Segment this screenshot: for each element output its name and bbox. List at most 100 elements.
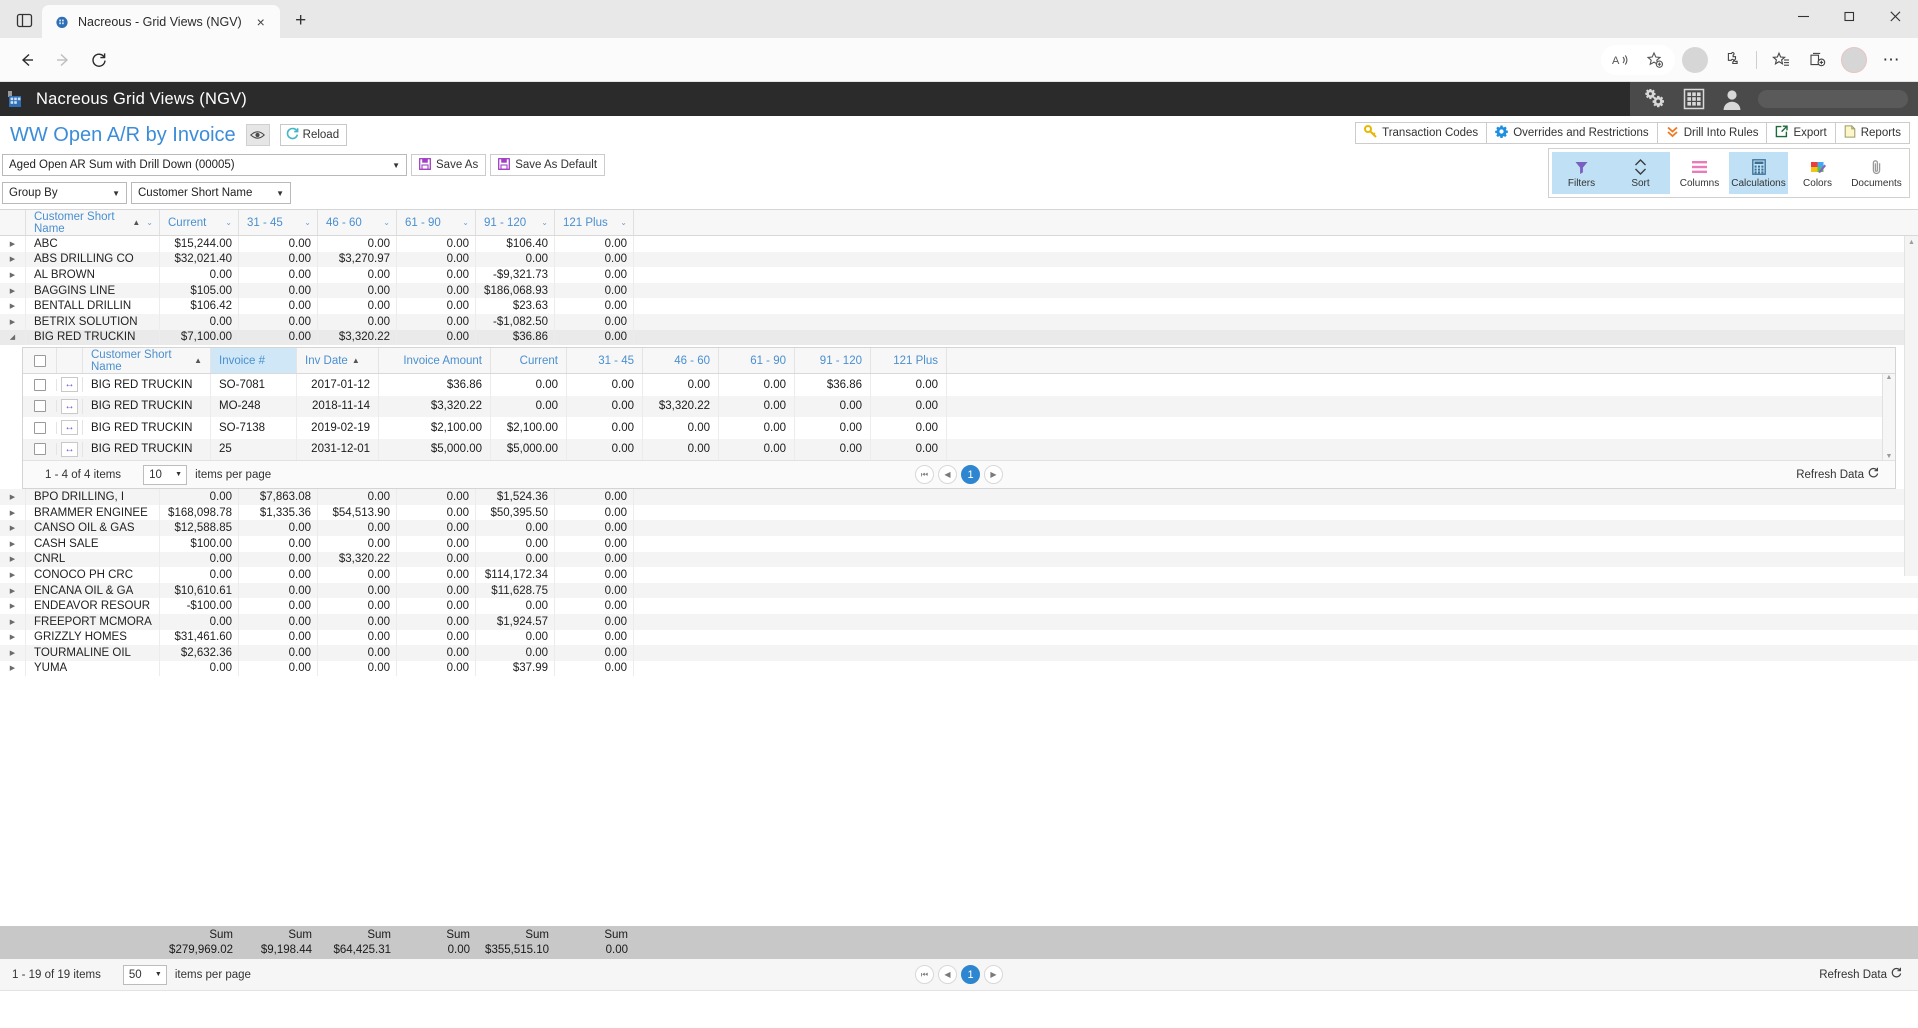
view-select[interactable]: Aged Open AR Sum with Drill Down (00005)… (2, 154, 407, 176)
grid-col-header-61-90[interactable]: 61 - 90 ⌄ (397, 210, 476, 235)
browser-tab[interactable]: Nacreous - Grid Views (NGV) × (42, 5, 280, 38)
detail-select-all-checkbox[interactable] (23, 348, 57, 373)
table-row[interactable]: ▶BRAMMER ENGINEE$168,098.78$1,335.36$54,… (0, 505, 1918, 521)
row-expand-icon[interactable]: ▶ (0, 661, 26, 677)
tool-calculations[interactable]: Calculations (1729, 152, 1788, 194)
read-aloud-icon[interactable]: A (1604, 44, 1638, 76)
left-right-arrows-icon[interactable]: ↔ (61, 377, 78, 392)
detail-first-page-button[interactable]: ⏮ (915, 465, 934, 484)
detail-col-header-invoice-amount[interactable]: Invoice Amount (379, 348, 491, 373)
row-expand-icon[interactable]: ▶ (0, 314, 26, 330)
settings-gears-icon[interactable] (1644, 87, 1668, 111)
group-by-select[interactable]: Group By ▼ (2, 182, 127, 204)
table-row[interactable]: ▶BENTALL DRILLIN$106.420.000.000.00$23.6… (0, 298, 1918, 314)
grid-col-header-31-45[interactable]: 31 - 45 ⌄ (239, 210, 318, 235)
reload-icon[interactable] (82, 44, 116, 76)
row-collapse-icon[interactable]: ◢ (0, 330, 26, 346)
scroll-up-arrow-icon[interactable]: ▲ (1886, 374, 1893, 381)
group-by-field-select[interactable]: Customer Short Name ▼ (131, 182, 291, 204)
row-expand-icon[interactable]: ▶ (0, 283, 26, 299)
table-row[interactable]: ▶TOURMALINE OIL$2,632.360.000.000.000.00… (0, 645, 1918, 661)
detail-table-row[interactable]: ↔BIG RED TRUCKIN252031-12-01$5,000.00$5,… (23, 439, 1895, 461)
grid-col-header-91-120[interactable]: 91 - 120 ⌄ (476, 210, 555, 235)
row-select-checkbox[interactable] (23, 379, 57, 391)
forward-icon[interactable] (46, 44, 80, 76)
detail-next-page-button[interactable]: ▶ (984, 465, 1003, 484)
detail-refresh-data-button[interactable]: Refresh Data (1796, 467, 1879, 482)
left-right-arrows-icon[interactable]: ↔ (61, 420, 78, 435)
detail-table-row[interactable]: ↔BIG RED TRUCKINMO-2482018-11-14$3,320.2… (23, 396, 1895, 418)
grid-col-header-121-plus[interactable]: 121 Plus ⌄ (555, 210, 634, 235)
detail-prev-page-button[interactable]: ◀ (938, 465, 957, 484)
profile-avatar-1[interactable] (1682, 47, 1708, 73)
grid-col-header-current[interactable]: Current ⌄ (160, 210, 239, 235)
grid-refresh-data-button[interactable]: Refresh Data (1819, 967, 1902, 982)
close-icon[interactable]: × (250, 11, 272, 33)
extensions-icon[interactable] (1715, 44, 1749, 76)
row-drill-action-cell[interactable]: ↔ (57, 399, 83, 414)
table-row[interactable]: ▶ABC$15,244.000.000.000.00$106.400.00 (0, 236, 1918, 252)
row-expand-icon[interactable]: ▶ (0, 505, 26, 521)
table-row[interactable]: ▶BETRIX SOLUTION0.000.000.000.00-$1,082.… (0, 314, 1918, 330)
add-favorite-icon[interactable] (1638, 44, 1672, 76)
table-row[interactable]: ▶ABS DRILLING CO$32,021.400.00$3,270.970… (0, 252, 1918, 268)
detail-col-header-current[interactable]: Current (491, 348, 567, 373)
user-account-icon[interactable] (1720, 87, 1744, 111)
table-row[interactable]: ▶CASH SALE$100.000.000.000.000.000.00 (0, 536, 1918, 552)
new-tab-icon[interactable]: + (286, 6, 316, 36)
detail-col-header-inv-date[interactable]: Inv Date ▲ (297, 348, 379, 373)
tool-colors[interactable]: Colors (1788, 152, 1847, 194)
row-expand-icon[interactable]: ▶ (0, 614, 26, 630)
window-close-icon[interactable] (1872, 0, 1918, 33)
minimize-icon[interactable] (1780, 0, 1826, 33)
favorites-icon[interactable] (1764, 44, 1798, 76)
tool-documents[interactable]: Documents (1847, 152, 1906, 194)
grid-prev-page-button[interactable]: ◀ (938, 965, 957, 984)
scroll-down-arrow-icon[interactable]: ▼ (1886, 453, 1893, 460)
chevron-down-icon[interactable]: ⌄ (620, 218, 627, 227)
detail-table-row[interactable]: ↔BIG RED TRUCKINSO-70812017-01-12$36.860… (23, 374, 1895, 396)
row-expand-icon[interactable]: ▶ (0, 645, 26, 661)
detail-page-1-button[interactable]: 1 (961, 465, 980, 484)
profile-avatar-2[interactable] (1841, 47, 1867, 73)
detail-vertical-scrollbar[interactable]: ▲ ▼ (1882, 374, 1895, 460)
tool-columns[interactable]: Columns (1670, 152, 1729, 194)
table-row[interactable]: ▶YUMA0.000.000.000.00$37.990.00 (0, 661, 1918, 677)
maximize-icon[interactable] (1826, 0, 1872, 33)
grid-col-header-46-60[interactable]: 46 - 60 ⌄ (318, 210, 397, 235)
row-expand-icon[interactable]: ▶ (0, 520, 26, 536)
row-expand-icon[interactable]: ▶ (0, 252, 26, 268)
table-row[interactable]: ▶CONOCO PH CRC0.000.000.000.00$114,172.3… (0, 567, 1918, 583)
table-row[interactable]: ▶BPO DRILLING, I0.00$7,863.080.000.00$1,… (0, 489, 1918, 505)
detail-col-header-91-120[interactable]: 91 - 120 (795, 348, 871, 373)
row-expand-icon[interactable]: ▶ (0, 536, 26, 552)
table-row[interactable]: ▶GRIZZLY HOMES$31,461.600.000.000.000.00… (0, 630, 1918, 646)
export-button[interactable]: Export (1766, 122, 1834, 144)
chevron-down-icon[interactable]: ⌄ (383, 218, 390, 227)
row-expand-icon[interactable]: ▶ (0, 630, 26, 646)
chevron-down-icon[interactable]: ⌄ (225, 218, 232, 227)
scroll-up-arrow-icon[interactable]: ▲ (1908, 239, 1915, 246)
detail-col-header-61-90[interactable]: 61 - 90 (719, 348, 795, 373)
reload-view-button[interactable]: Reload (280, 124, 347, 146)
table-row[interactable]: ◢BIG RED TRUCKIN$7,100.000.00$3,320.220.… (0, 330, 1918, 346)
chevron-down-icon[interactable]: ⌄ (462, 218, 469, 227)
detail-col-header-46-60[interactable]: 46 - 60 (643, 348, 719, 373)
table-row[interactable]: ▶ENDEAVOR RESOUR-$100.000.000.000.000.00… (0, 598, 1918, 614)
collections-icon[interactable] (1800, 44, 1834, 76)
detail-col-header-121-plus[interactable]: 121 Plus (871, 348, 947, 373)
row-expand-icon[interactable]: ▶ (0, 598, 26, 614)
row-expand-icon[interactable]: ▶ (0, 298, 26, 314)
chevron-down-icon[interactable]: ⌄ (146, 218, 153, 227)
table-row[interactable]: ▶FREEPORT MCMORA0.000.000.000.00$1,924.5… (0, 614, 1918, 630)
table-row[interactable]: ▶CANSO OIL & GAS$12,588.850.000.000.000.… (0, 520, 1918, 536)
grid-col-header-customer-short-name[interactable]: Customer Short Name ▲ ⌄ (26, 210, 160, 235)
row-drill-action-cell[interactable]: ↔ (57, 420, 83, 435)
left-right-arrows-icon[interactable]: ↔ (61, 442, 78, 457)
row-expand-icon[interactable]: ▶ (0, 489, 26, 505)
row-drill-action-cell[interactable]: ↔ (57, 442, 83, 457)
row-expand-icon[interactable]: ▶ (0, 583, 26, 599)
tool-sort[interactable]: Sort (1611, 152, 1670, 194)
left-right-arrows-icon[interactable]: ↔ (61, 399, 78, 414)
transaction-codes-button[interactable]: Transaction Codes (1355, 122, 1486, 144)
